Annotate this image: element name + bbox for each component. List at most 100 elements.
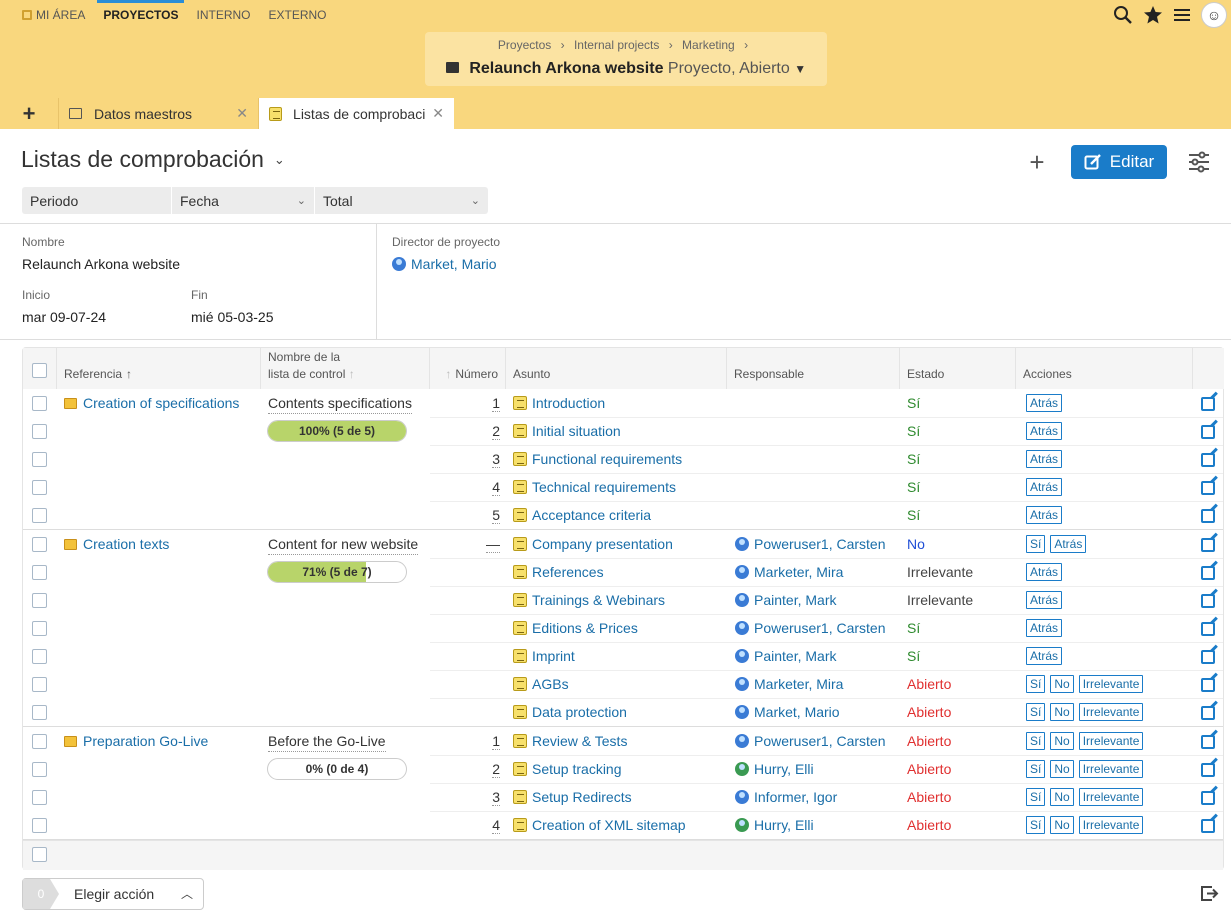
table-row[interactable]: Imprint Painter, Mark Sí Atrás	[23, 642, 1223, 670]
subject-link[interactable]: Setup Redirects	[532, 789, 632, 805]
responsible-link[interactable]: Marketer, Mira	[754, 676, 843, 692]
subject-link[interactable]: AGBs	[532, 676, 569, 692]
action-button[interactable]: Atrás	[1026, 450, 1063, 468]
header-number[interactable]: ↑ Número	[430, 348, 506, 389]
responsible-link[interactable]: Painter, Mark	[754, 648, 836, 664]
edit-row-icon[interactable]	[1201, 594, 1215, 608]
responsible-link[interactable]: Poweruser1, Carsten	[754, 536, 886, 552]
subject-link[interactable]: Trainings & Webinars	[532, 592, 665, 608]
edit-row-icon[interactable]	[1201, 735, 1215, 749]
action-button[interactable]: No	[1050, 675, 1074, 693]
subject-link[interactable]: Acceptance criteria	[532, 507, 651, 523]
row-checkbox[interactable]	[32, 452, 47, 467]
action-button[interactable]: Sí	[1026, 675, 1046, 693]
project-title[interactable]: Relaunch Arkona website Proyecto, Abiert…	[425, 60, 827, 78]
subject-cell[interactable]: Initial situation	[513, 417, 621, 445]
edit-row-icon[interactable]	[1201, 425, 1215, 439]
row-checkbox[interactable]	[32, 480, 47, 495]
table-row[interactable]: 4 Creation of XML sitemap Hurry, Elli Abier…	[23, 811, 1223, 839]
action-button[interactable]: Sí	[1026, 816, 1046, 834]
table-row[interactable]: 2 Setup tracking Hurry, Elli Abierto Sí No Irr…	[23, 755, 1223, 783]
table-row[interactable]: AGBs Marketer, Mira Abierto Sí No Irrelevante	[23, 670, 1223, 698]
date-filter-select[interactable]: Fecha ⌄	[172, 187, 315, 214]
edit-button[interactable]: Editar	[1071, 145, 1167, 179]
row-checkbox[interactable]	[32, 705, 47, 720]
subject-link[interactable]: Company presentation	[532, 536, 673, 552]
add-button[interactable]: +	[1023, 147, 1051, 178]
action-button[interactable]: Irrelevante	[1078, 675, 1144, 693]
select-all-checkbox[interactable]	[32, 363, 47, 378]
subject-cell[interactable]: Technical requirements	[513, 473, 676, 501]
breadcrumb-projects[interactable]: Proyectos	[498, 38, 551, 52]
subject-link[interactable]: References	[532, 564, 604, 580]
page-title[interactable]: Listas de comprobación ⌄	[21, 146, 285, 173]
action-button[interactable]: Atrás	[1026, 647, 1063, 665]
responsible-cell[interactable]: Marketer, Mira	[735, 558, 843, 586]
search-icon[interactable]	[1113, 5, 1133, 25]
edit-row-icon[interactable]	[1201, 678, 1215, 692]
total-filter-select[interactable]: Total ⌄	[315, 187, 488, 214]
responsible-link[interactable]: Poweruser1, Carsten	[754, 620, 886, 636]
subject-cell[interactable]: Imprint	[513, 642, 575, 670]
responsible-cell[interactable]: Hurry, Elli	[735, 755, 814, 783]
table-row[interactable]: 5 Acceptance criteria Sí Atrás	[23, 501, 1223, 529]
action-button[interactable]: No	[1050, 788, 1074, 806]
subject-cell[interactable]: Company presentation	[513, 530, 673, 558]
director-link[interactable]: Market, Mario	[411, 256, 497, 272]
action-button[interactable]: No	[1050, 816, 1074, 834]
nav-my-area[interactable]: MI ÁREA	[22, 0, 85, 30]
settings-sliders-icon[interactable]	[1187, 150, 1211, 174]
subject-cell[interactable]: Setup tracking	[513, 755, 622, 783]
edit-row-icon[interactable]	[1201, 763, 1215, 777]
header-responsible[interactable]: Responsable	[727, 348, 900, 389]
row-checkbox[interactable]	[32, 593, 47, 608]
row-checkbox[interactable]	[32, 790, 47, 805]
nav-projects[interactable]: PROYECTOS	[97, 0, 185, 30]
header-subject[interactable]: Asunto	[506, 348, 727, 389]
table-row[interactable]: 3 Setup Redirects Informer, Igor Abierto Sí N…	[23, 783, 1223, 811]
row-checkbox[interactable]	[32, 649, 47, 664]
table-row[interactable]: Editions & Prices Poweruser1, Carsten Sí At…	[23, 614, 1223, 642]
action-button[interactable]: Atrás	[1026, 591, 1063, 609]
export-icon[interactable]	[1199, 883, 1219, 903]
action-button[interactable]: Atrás	[1026, 422, 1063, 440]
subject-cell[interactable]: Review & Tests	[513, 727, 627, 755]
subject-link[interactable]: Introduction	[532, 395, 605, 411]
action-button[interactable]: Atrás	[1050, 535, 1087, 553]
tab-master-data[interactable]: Datos maestros ✕	[58, 98, 258, 129]
table-row[interactable]: — Company presentation Poweruser1, Carsten…	[23, 530, 1223, 558]
header-reference[interactable]: Referencia ↑	[57, 348, 261, 389]
action-button[interactable]: Irrelevante	[1078, 788, 1144, 806]
edit-row-icon[interactable]	[1201, 397, 1215, 411]
row-checkbox[interactable]	[32, 424, 47, 439]
row-checkbox[interactable]	[32, 396, 47, 411]
add-tab-button[interactable]: +	[0, 98, 58, 129]
table-row[interactable]: Trainings & Webinars Painter, Mark Irrelev…	[23, 586, 1223, 614]
responsible-link[interactable]: Marketer, Mira	[754, 564, 843, 580]
responsible-link[interactable]: Hurry, Elli	[754, 817, 814, 833]
subject-link[interactable]: Data protection	[532, 704, 627, 720]
table-row[interactable]: References Marketer, Mira Irrelevante Atrás	[23, 558, 1223, 586]
nav-external[interactable]: EXTERNO	[268, 0, 326, 30]
subject-link[interactable]: Technical requirements	[532, 479, 676, 495]
responsible-cell[interactable]: Painter, Mark	[735, 642, 836, 670]
breadcrumb-internal-projects[interactable]: Internal projects	[574, 38, 659, 52]
action-button[interactable]: Atrás	[1026, 506, 1063, 524]
action-button[interactable]: Irrelevante	[1078, 816, 1144, 834]
responsible-cell[interactable]: Poweruser1, Carsten	[735, 530, 886, 558]
subject-cell[interactable]: Acceptance criteria	[513, 501, 651, 529]
edit-row-icon[interactable]	[1201, 791, 1215, 805]
row-checkbox[interactable]	[32, 734, 47, 749]
subject-cell[interactable]: Creation of XML sitemap	[513, 811, 686, 839]
action-button[interactable]: Sí	[1026, 760, 1046, 778]
action-button[interactable]: Sí	[1026, 788, 1046, 806]
responsible-cell[interactable]: Hurry, Elli	[735, 811, 814, 839]
action-button[interactable]: Atrás	[1026, 394, 1063, 412]
responsible-cell[interactable]: Poweruser1, Carsten	[735, 614, 886, 642]
subject-link[interactable]: Creation of XML sitemap	[532, 817, 686, 833]
edit-row-icon[interactable]	[1201, 538, 1215, 552]
row-checkbox[interactable]	[32, 537, 47, 552]
action-button[interactable]: Atrás	[1026, 563, 1063, 581]
close-icon[interactable]: ✕	[432, 105, 444, 122]
header-checklist-name[interactable]: Nombre de la lista de control ↑	[261, 348, 430, 389]
